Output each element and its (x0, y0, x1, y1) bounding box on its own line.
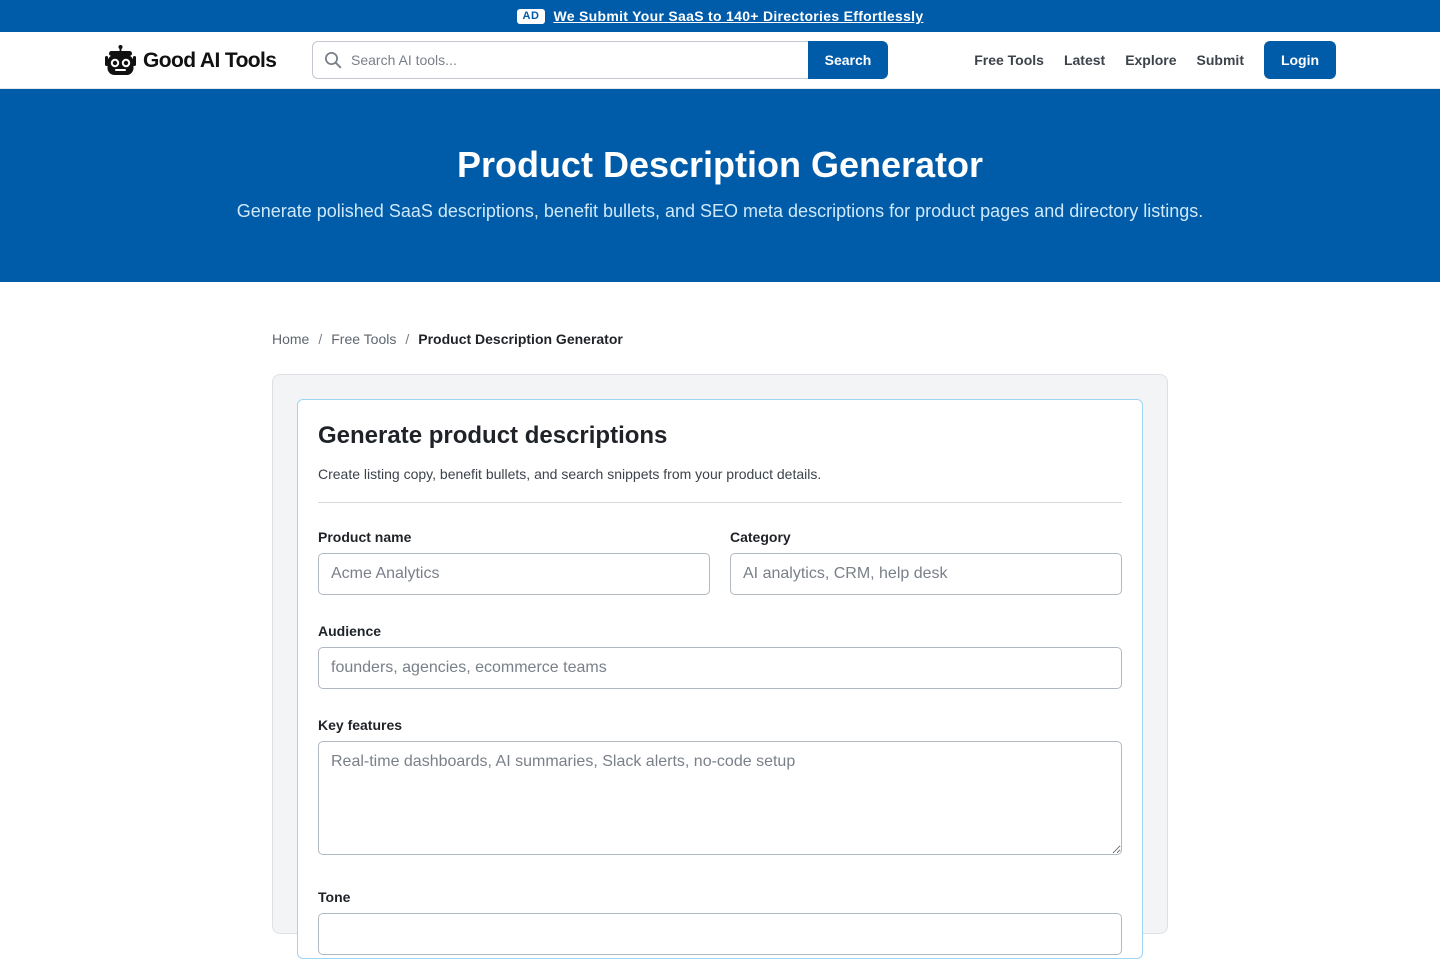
form-row-tone: Tone (318, 889, 1122, 955)
search-input[interactable] (351, 52, 808, 68)
robot-logo-icon (105, 45, 136, 75)
search-icon (325, 52, 342, 69)
breadcrumb-home[interactable]: Home (272, 331, 309, 347)
nav-submit[interactable]: Submit (1197, 52, 1244, 68)
tool-panel: Generate product descriptions Create lis… (272, 374, 1168, 959)
nav-explore[interactable]: Explore (1125, 52, 1176, 68)
category-input[interactable] (730, 553, 1122, 595)
ad-banner: AD We Submit Your SaaS to 140+ Directori… (0, 0, 1440, 32)
breadcrumb-separator: / (318, 331, 323, 347)
product-name-label: Product name (318, 529, 412, 545)
key-features-field: Key features (318, 717, 1122, 860)
category-label: Category (730, 529, 791, 545)
breadcrumb-current: Product Description Generator (418, 331, 623, 347)
login-button[interactable]: Login (1264, 41, 1336, 79)
search-box (312, 41, 808, 79)
form-subtitle: Create listing copy, benefit bullets, an… (318, 466, 822, 482)
search-button[interactable]: Search (808, 41, 888, 79)
key-features-label: Key features (318, 717, 403, 733)
audience-label: Audience (318, 623, 382, 639)
search-bar: Search (312, 41, 888, 79)
site-header: Good AI Tools Search Free Tools Latest E… (0, 32, 1440, 89)
tone-label: Tone (318, 889, 351, 905)
page-title: Product Description Generator (456, 144, 984, 185)
nav-free-tools[interactable]: Free Tools (974, 52, 1044, 68)
ad-badge: AD (516, 8, 546, 24)
hero-banner: Product Description Generator Generate p… (0, 89, 1440, 282)
tone-select[interactable] (318, 913, 1122, 955)
product-name-field: Product name (318, 529, 710, 595)
main-nav: Free Tools Latest Explore Submit Login (974, 41, 1336, 79)
audience-field: Audience (318, 623, 1122, 689)
generator-form-card: Generate product descriptions Create lis… (297, 399, 1143, 959)
breadcrumb-free-tools[interactable]: Free Tools (331, 331, 396, 347)
tone-field: Tone (318, 889, 1122, 955)
logo[interactable]: Good AI Tools (104, 44, 277, 77)
breadcrumb: Home / Free Tools / Product Description … (272, 331, 623, 347)
form-row-features: Key features (318, 717, 1122, 860)
form-row-audience: Audience (318, 623, 1122, 689)
key-features-textarea[interactable] (318, 741, 1122, 855)
breadcrumb-separator: / (405, 331, 410, 347)
ad-link[interactable]: We Submit Your SaaS to 140+ Directories … (553, 8, 923, 24)
divider (318, 502, 1122, 503)
form-title: Generate product descriptions (318, 422, 668, 449)
product-name-input[interactable] (318, 553, 710, 595)
form-row-name-category: Product name Category (318, 529, 1122, 595)
audience-input[interactable] (318, 647, 1122, 689)
logo-text: Good AI Tools (143, 48, 277, 72)
category-field: Category (730, 529, 1122, 595)
page-subtitle: Generate polished SaaS descriptions, ben… (236, 201, 1204, 221)
nav-latest[interactable]: Latest (1064, 52, 1105, 68)
